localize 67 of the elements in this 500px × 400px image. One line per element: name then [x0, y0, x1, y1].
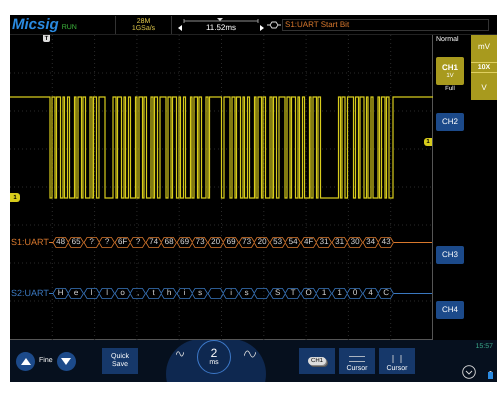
decode-frame: S	[270, 288, 286, 298]
decode-frame: 4F	[300, 236, 316, 248]
up-button[interactable]	[16, 352, 35, 370]
brand-logo: Micsig	[12, 17, 59, 32]
decode-frame: s	[238, 288, 254, 298]
decode-frame: 53	[270, 236, 286, 248]
trigger-source-field[interactable]: S1:UART Start Bit	[282, 18, 489, 30]
decode-frame: 31	[316, 236, 332, 248]
decode-frame: 73	[192, 236, 208, 248]
stretch-wave-icon	[244, 348, 256, 358]
chevron-down-icon[interactable]	[462, 365, 476, 379]
decode-frame: e	[68, 288, 84, 298]
decode-frame: O	[300, 288, 316, 298]
decode-frame: 68	[161, 236, 177, 248]
decode-frame: 1	[332, 288, 348, 298]
decode-frame: ?	[99, 236, 115, 248]
decode-frame: 43	[378, 236, 394, 248]
channel-button[interactable]: CH3	[436, 246, 464, 264]
down-arrow-icon	[61, 358, 72, 364]
decode-frame: 1	[316, 288, 332, 298]
decode-frame: 69	[223, 236, 239, 248]
decode-frame: T	[285, 288, 301, 298]
idle-frame	[208, 288, 224, 298]
decode-frame: 6F	[114, 236, 130, 248]
decode-frame: 0	[347, 288, 363, 298]
channel-button[interactable]: CH2	[436, 113, 464, 131]
decode-frame: 4	[362, 288, 378, 298]
decode-frame: ?	[130, 236, 146, 248]
decode-frame: 34	[362, 236, 378, 248]
trigger-edge-icon	[267, 20, 281, 28]
idle-frame	[254, 288, 270, 298]
decode-frame: 20	[254, 236, 270, 248]
decode-frame: h	[161, 288, 177, 298]
decode-frame: i	[176, 288, 192, 298]
vertical-lines-icon	[392, 355, 402, 363]
scroll-left-icon[interactable]	[178, 24, 182, 30]
decode-frame: 20	[208, 236, 224, 248]
decode-frame: l	[84, 288, 100, 298]
decode-frame: 74	[146, 236, 162, 248]
decode-frame: 54	[285, 236, 301, 248]
horizontal-lines-icon	[349, 356, 365, 362]
decode-frame: l	[99, 288, 115, 298]
up-arrow-icon	[20, 358, 30, 364]
decode-frame: C	[378, 288, 394, 298]
decode-frame: 48	[52, 236, 68, 248]
time-offset: 11.52ms	[206, 24, 236, 32]
decode-frame: 30	[347, 236, 363, 248]
decode-frame: 65	[68, 236, 84, 248]
battery-icon	[488, 371, 493, 379]
decode-frame: t	[146, 288, 162, 298]
decode-frame: H	[52, 288, 68, 298]
down-button[interactable]	[56, 352, 76, 370]
decode-frame: ,	[130, 288, 146, 298]
timeline-slider-icon	[183, 18, 259, 24]
decode-frame: ?	[84, 236, 100, 248]
decode-frame: 73	[238, 236, 254, 248]
timebase-value: 2	[210, 347, 218, 359]
decode-frame: 69	[176, 236, 192, 248]
decode-label: S1:UART	[10, 238, 49, 246]
decode-frame: i	[223, 288, 239, 298]
decode-frame: s	[192, 288, 208, 298]
decode-frame: 31	[332, 236, 348, 248]
decode-label: S2:UART	[10, 288, 49, 298]
scroll-right-icon[interactable]	[260, 24, 264, 30]
decode-frame: o	[114, 288, 130, 298]
channel-button[interactable]: CH4	[436, 301, 464, 319]
compress-wave-icon	[176, 348, 184, 358]
